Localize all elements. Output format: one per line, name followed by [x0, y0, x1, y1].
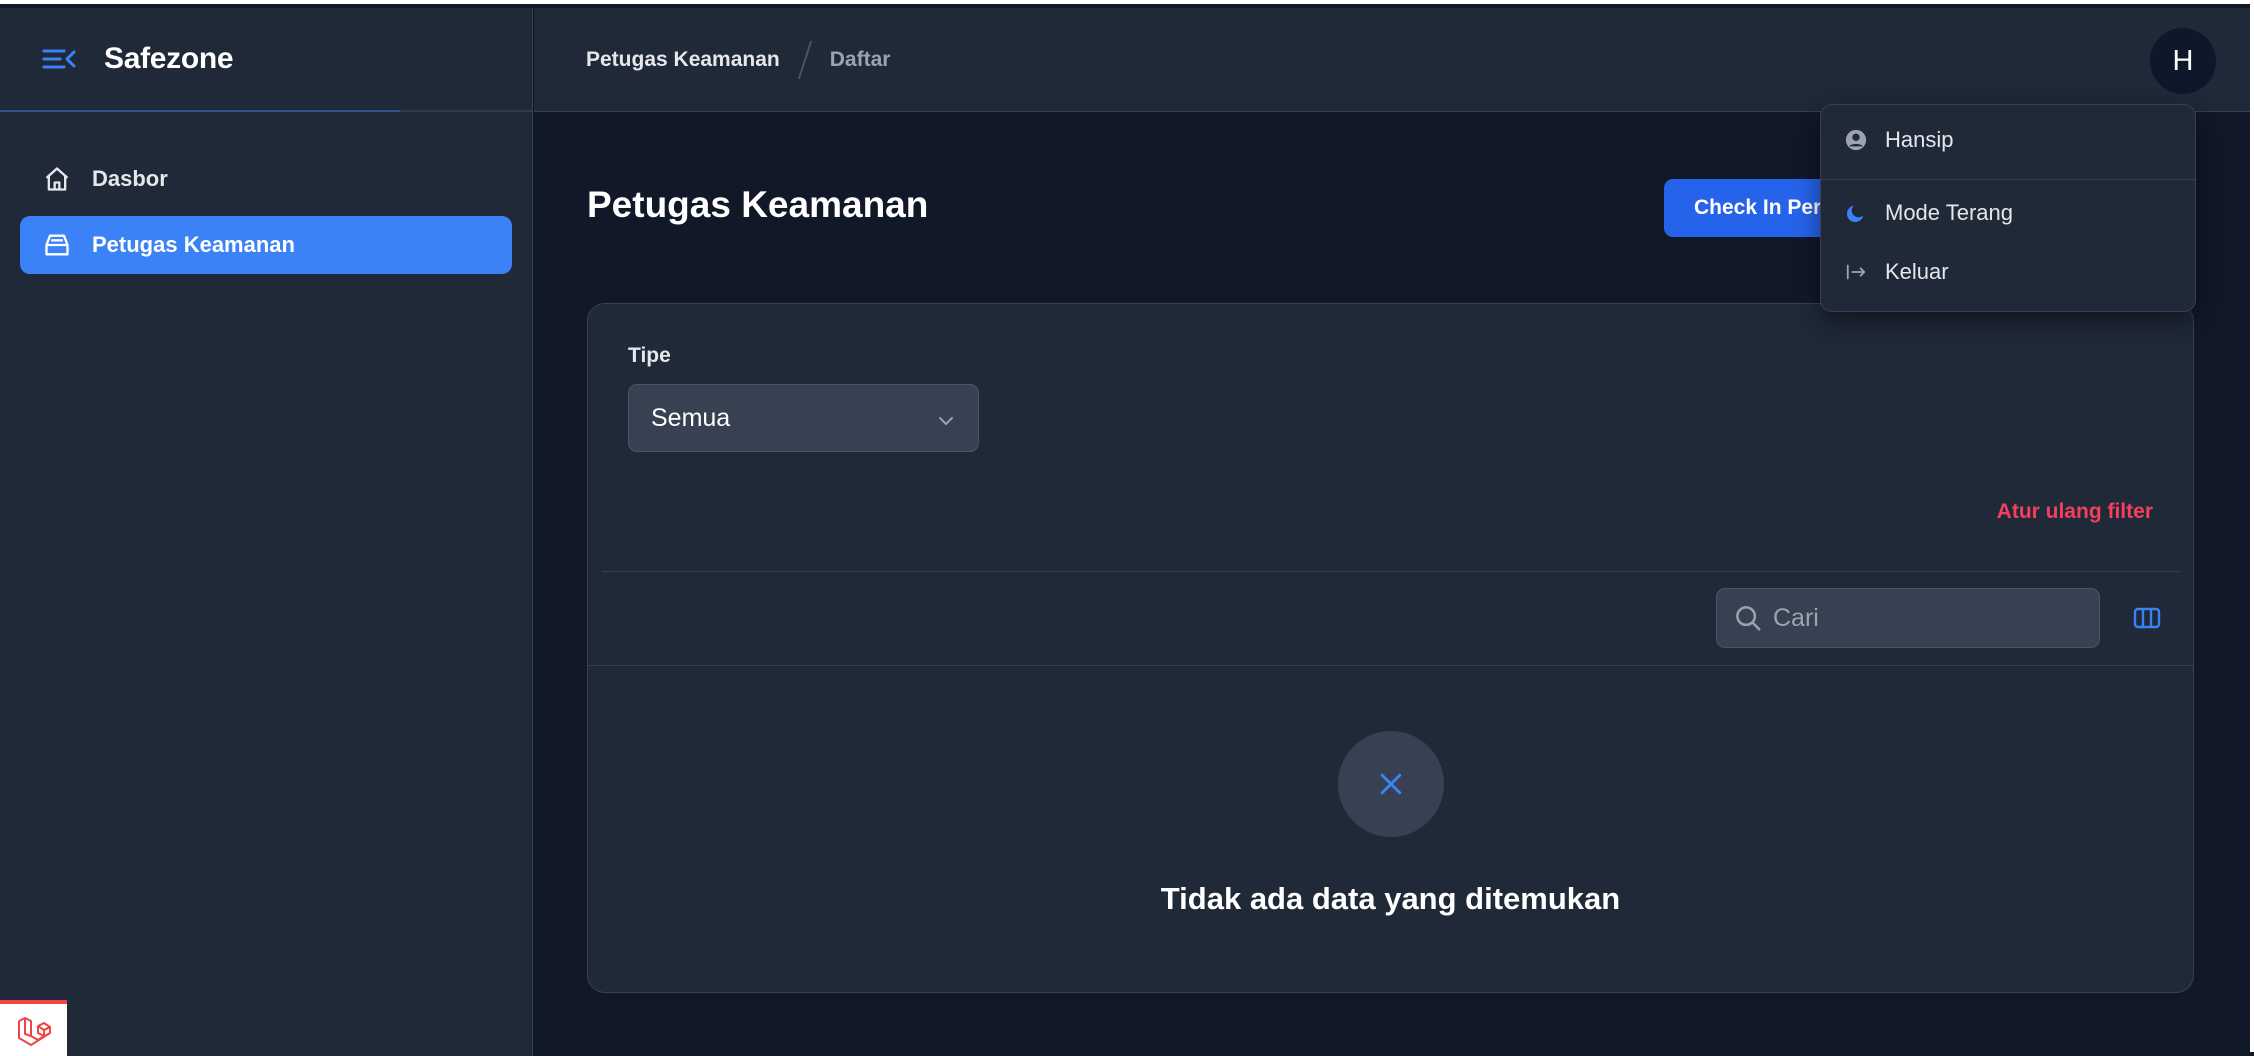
divider [1821, 179, 2195, 180]
menu-item-label: Mode Terang [1885, 200, 2014, 225]
sidebar-item-petugas-keamanan[interactable]: Petugas Keamanan [20, 216, 512, 274]
user-menu-item-keluar[interactable]: Keluar [1845, 259, 1949, 285]
sidebar-item-label: Dasbor [92, 166, 168, 191]
topbar: Petugas Keamanan Daftar H [534, 8, 2250, 112]
sidebar-header: Safezone [0, 8, 532, 112]
chevron-down-icon [936, 409, 956, 429]
close-icon [1380, 773, 1402, 795]
user-circle-icon [1845, 129, 1867, 151]
inbox-icon [42, 230, 72, 260]
divider [602, 571, 2179, 572]
sidebar-item-dasbor[interactable]: Dasbor [20, 150, 512, 208]
breadcrumb-separator [797, 40, 812, 79]
filter-label: Tipe [628, 344, 671, 367]
user-menu: Hansip Mode Terang Keluar [1820, 104, 2196, 312]
collapse-sidebar-icon[interactable] [42, 44, 76, 74]
breadcrumb-item[interactable]: Petugas Keamanan [586, 48, 780, 72]
user-menu-name: Hansip [1885, 127, 1954, 152]
sidebar-item-label: Petugas Keamanan [92, 232, 295, 257]
menu-item-label: Keluar [1885, 259, 1949, 284]
columns-icon[interactable] [2132, 603, 2162, 633]
laravel-logo[interactable] [0, 1000, 67, 1056]
brand-name: Safezone [104, 42, 234, 75]
search-icon [1733, 603, 1763, 633]
home-icon [42, 164, 72, 194]
empty-state-message: Tidak ada data yang ditemukan [1160, 881, 1621, 916]
user-menu-profile[interactable]: Hansip [1845, 127, 1953, 153]
page-title: Petugas Keamanan [587, 184, 929, 225]
sidebar-nav: Dasbor Petugas Keamanan [0, 112, 532, 274]
reset-filter-link[interactable]: Atur ulang filter [1997, 500, 2153, 524]
user-menu-item-mode-terang[interactable]: Mode Terang [1845, 200, 2013, 226]
select-value: Semua [651, 403, 731, 432]
search-input[interactable]: Cari [1716, 588, 2100, 648]
table-panel: Tipe Semua Atur ulang filter Cari Tidak … [587, 303, 2194, 993]
breadcrumb-item: Daftar [829, 47, 891, 71]
sidebar: Safezone Dasbor Petugas Keamanan [0, 8, 533, 1056]
avatar[interactable]: H [2150, 28, 2216, 94]
empty-state-icon [1338, 731, 1444, 837]
logout-icon [1845, 261, 1867, 283]
divider [588, 665, 2193, 666]
app-window: Safezone Dasbor Petugas Keamanan Petugas… [0, 0, 2254, 1056]
moon-icon [1845, 202, 1867, 224]
type-select[interactable]: Semua [628, 384, 979, 452]
search-placeholder: Cari [1773, 603, 1819, 632]
